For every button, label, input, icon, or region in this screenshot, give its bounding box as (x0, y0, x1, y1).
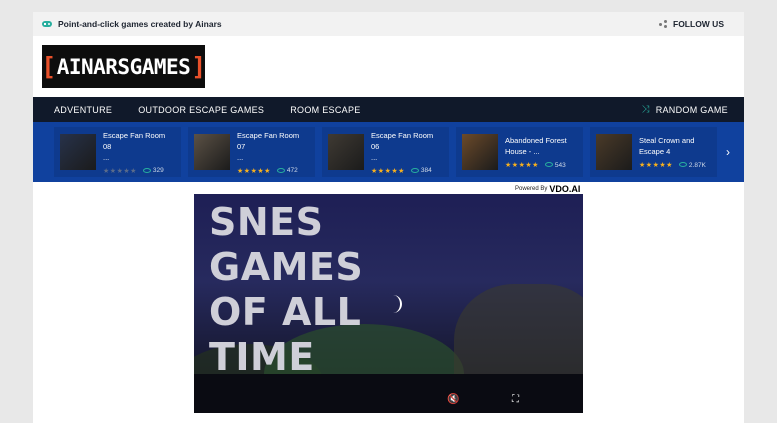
powered-by-brand: VDO.AI (549, 184, 581, 194)
star-icon: ★ (264, 167, 271, 175)
eye-icon (142, 167, 151, 173)
eye-icon (410, 167, 419, 173)
mute-icon[interactable]: 🔇 (447, 394, 459, 405)
view-count: 2.87K (678, 162, 706, 169)
game-thumbnail[interactable] (60, 134, 96, 170)
logo-text: AINARSGAMES (56, 54, 191, 79)
powered-by[interactable]: Powered By VDO.AI (515, 184, 580, 194)
game-thumbnail[interactable] (596, 134, 632, 170)
logo-bracket-right: ] (191, 52, 206, 81)
star-icon: ★ (377, 167, 385, 175)
shuffle-icon: ⤨ (641, 104, 650, 115)
follow-us-label: FOLLOW US (673, 19, 724, 29)
follow-us-button[interactable]: FOLLOW US (659, 19, 724, 29)
rating-stars: ★★★★★ (371, 167, 405, 175)
tagline-text: Point-and-click games created by Ainars (58, 19, 222, 29)
star-icon: ★ (243, 167, 251, 175)
gamepad-icon (42, 21, 52, 27)
view-count: 472 (276, 167, 298, 174)
nav-item-outdoor-escape-games[interactable]: OUTDOOR ESCAPE GAMES (125, 105, 277, 115)
tagline: Point-and-click games created by Ainars (42, 19, 222, 29)
star-icon: ★ (532, 162, 539, 169)
star-icon: ★ (511, 162, 519, 169)
game-card[interactable]: Escape Fan Room 07... ★★★★★ 472 (188, 127, 315, 177)
view-count: 384 (410, 167, 432, 174)
share-icon (659, 20, 667, 28)
powered-by-prefix: Powered By (515, 186, 548, 192)
video-player[interactable]: SNES GAMES OF ALL TIME 🔇 ⛶ (194, 194, 583, 413)
random-game-label: RANDOM GAME (655, 104, 728, 115)
star-icon: ★ (237, 167, 244, 175)
video-overlay-title: SNES GAMES OF ALL TIME (209, 200, 364, 379)
star-icon: ★ (130, 167, 137, 175)
loading-spinner-icon (390, 295, 402, 313)
game-thumbnail[interactable] (462, 134, 498, 170)
game-thumbnail[interactable] (194, 134, 230, 170)
eye-icon (276, 167, 285, 173)
featured-games-strip: Escape Fan Room 08... ★★★★★ 329 Escape F… (33, 122, 744, 182)
fullscreen-icon[interactable]: ⛶ (512, 394, 519, 405)
top-bar: Point-and-click games created by Ainars … (33, 12, 744, 36)
eye-icon (678, 162, 687, 168)
eye-icon (544, 162, 553, 168)
main-nav: ADVENTURE OUTDOOR ESCAPE GAMES ROOM ESCA… (33, 97, 744, 122)
rating-stars: ★★★★★ (103, 167, 137, 175)
random-game-button[interactable]: ⤨ RANDOM GAME (641, 104, 736, 115)
rating-stars: ★★★★★ (505, 161, 539, 169)
game-title[interactable]: Escape Fan Room 06... (371, 130, 443, 163)
star-icon: ★ (398, 167, 405, 175)
star-icon: ★ (666, 162, 673, 169)
game-thumbnail[interactable] (328, 134, 364, 170)
rating-stars: ★★★★★ (237, 167, 271, 175)
game-title[interactable]: Steal Crown and Escape 4 (639, 135, 706, 157)
game-card[interactable]: Steal Crown and Escape 4 ★★★★★ 2.87K (590, 127, 717, 177)
game-title[interactable]: Escape Fan Room 08... (103, 130, 175, 163)
nav-item-adventure[interactable]: ADVENTURE (41, 105, 125, 115)
page: Point-and-click games created by Ainars … (33, 12, 744, 423)
star-icon: ★ (639, 162, 646, 169)
rating-stars: ★★★★★ (639, 161, 673, 169)
view-count: 329 (142, 167, 164, 174)
star-icon: ★ (505, 162, 512, 169)
site-logo[interactable]: [ AINARSGAMES ] (41, 45, 206, 88)
next-arrow-icon[interactable]: › (726, 145, 730, 159)
star-icon: ★ (371, 167, 378, 175)
star-icon: ★ (103, 167, 110, 175)
game-title[interactable]: Escape Fan Room 07... (237, 130, 309, 163)
nav-item-room-escape[interactable]: ROOM ESCAPE (277, 105, 373, 115)
view-count: 543 (544, 162, 566, 169)
game-title[interactable]: Abandoned Forest House - ... (505, 135, 567, 157)
game-card[interactable]: Escape Fan Room 06... ★★★★★ 384 (322, 127, 449, 177)
star-icon: ★ (109, 167, 117, 175)
game-card[interactable]: Abandoned Forest House - ... ★★★★★ 543 (456, 127, 583, 177)
game-card[interactable]: Escape Fan Room 08... ★★★★★ 329 (54, 127, 181, 177)
star-icon: ★ (645, 162, 653, 169)
logo-bracket-left: [ (41, 52, 56, 81)
